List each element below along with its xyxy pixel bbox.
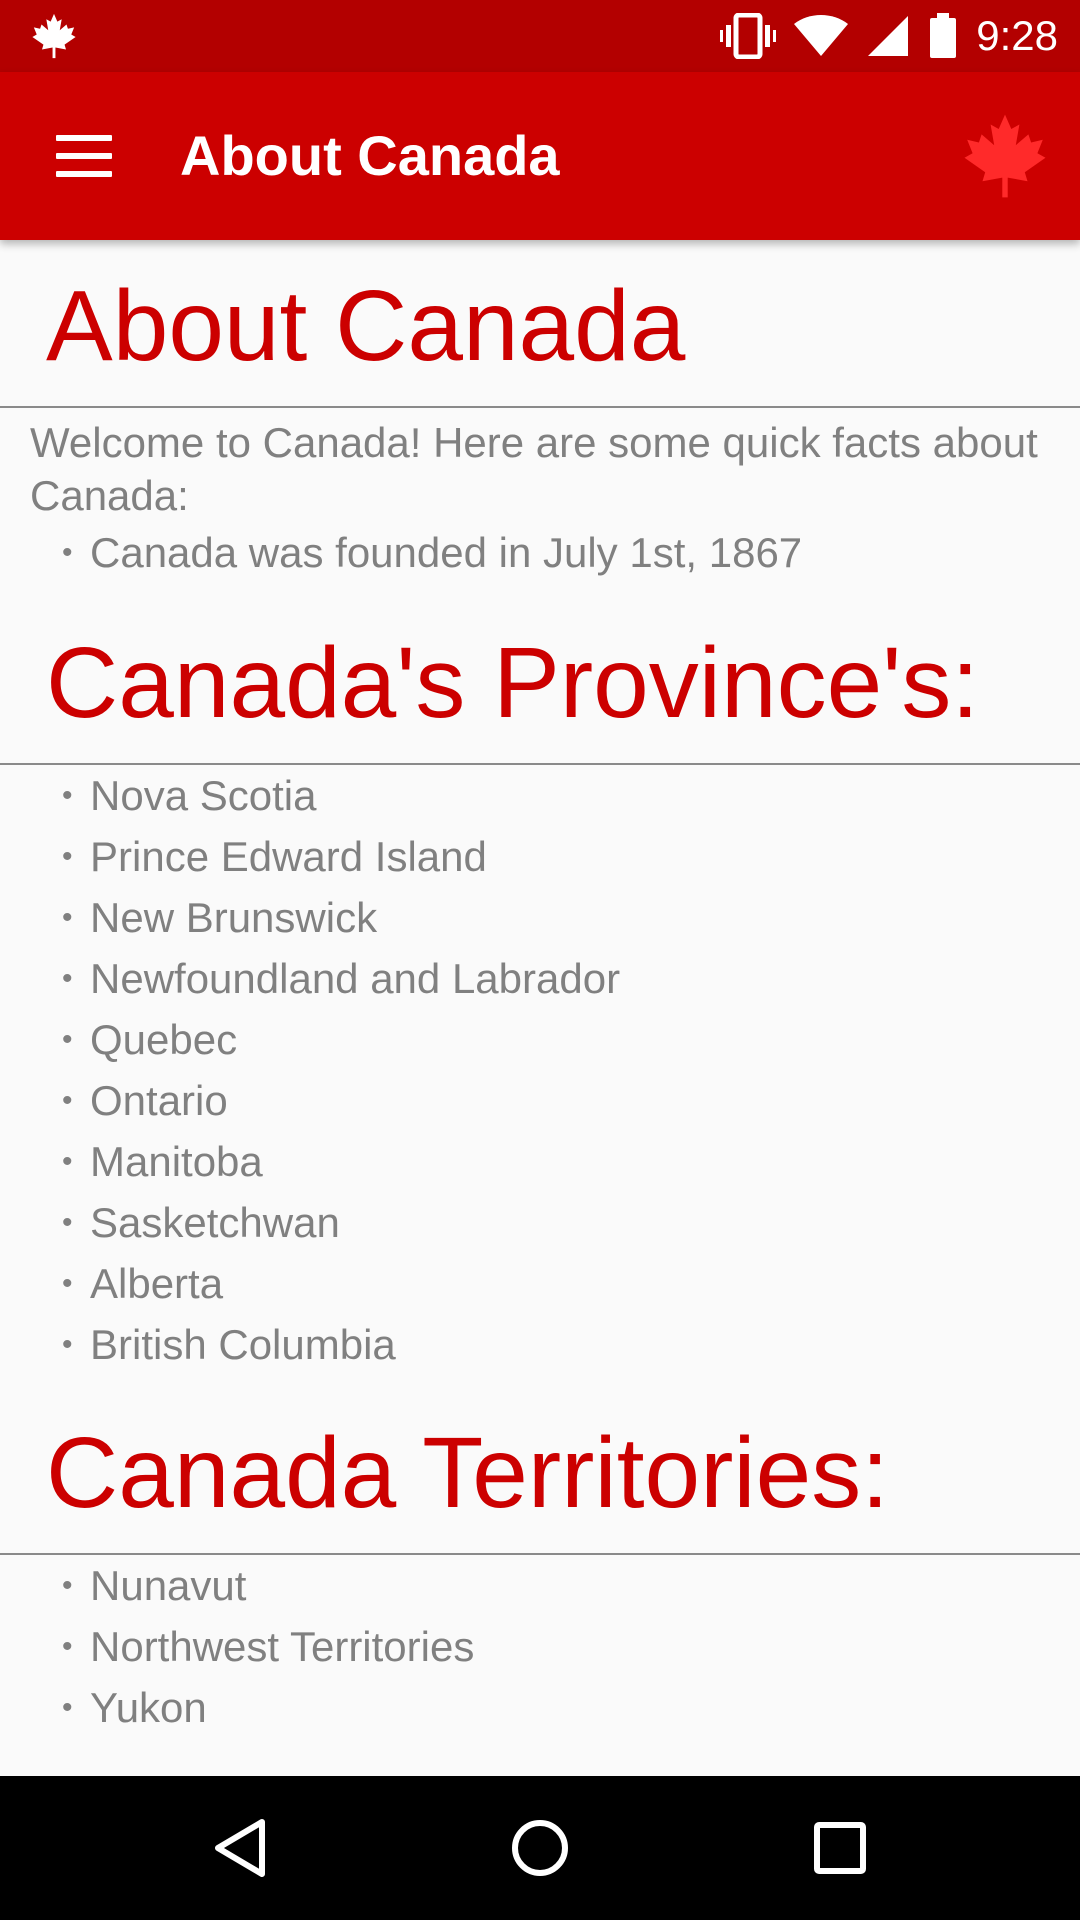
back-icon [215,1819,265,1877]
list-item: Nunavut [62,1555,1080,1616]
cellular-signal-icon [868,16,909,56]
home-button[interactable] [490,1798,590,1898]
app-bar: About Canada [0,72,1080,240]
content-scroll-area[interactable]: About Canada Welcome to Canada! Here are… [0,240,1080,1776]
app-title: About Canada [180,124,560,187]
territories-list: Nunavut Northwest Territories Yukon [0,1555,1080,1738]
provinces-list: Nova Scotia Prince Edward Island New Bru… [0,765,1080,1375]
list-item: Newfoundland and Labrador [62,948,1080,1009]
list-item: Manitoba [62,1131,1080,1192]
recents-icon [814,1822,866,1874]
status-time: 9:28 [976,12,1058,59]
facts-list: Canada was founded in July 1st, 1867 [0,522,1080,583]
list-item: Prince Edward Island [62,826,1080,887]
vibrate-icon [720,13,777,59]
maple-leaf-icon [964,114,1046,198]
list-item: Northwest Territories [62,1616,1080,1677]
system-navigation-bar [0,1776,1080,1920]
list-item: Nova Scotia [62,765,1080,826]
recents-button[interactable] [790,1798,890,1898]
status-icons: 9:28 [720,0,1058,72]
home-icon [512,1820,568,1876]
list-item: Yukon [62,1677,1080,1738]
list-item: Canada was founded in July 1st, 1867 [62,522,1080,583]
intro-text: Welcome to Canada! Here are some quick f… [30,419,1038,519]
list-item: New Brunswick [62,887,1080,948]
heading-next-section: National Wi [0,1738,1080,1776]
heading-about-canada: About Canada [0,240,1080,408]
back-button[interactable] [190,1798,290,1898]
list-item: British Columbia [62,1314,1080,1375]
maple-leaf-icon [32,13,76,59]
list-item: Sasketchwan [62,1192,1080,1253]
list-item: Ontario [62,1070,1080,1131]
hamburger-menu-icon [56,135,112,141]
wifi-icon [794,15,849,56]
list-item: Alberta [62,1253,1080,1314]
list-item: Quebec [62,1009,1080,1070]
battery-icon [930,13,957,58]
heading-provinces: Canada's Province's: [0,583,1080,765]
status-bar: 9:28 [0,0,1080,72]
hamburger-menu-button[interactable] [42,114,126,198]
heading-territories: Canada Territories: [0,1375,1080,1555]
